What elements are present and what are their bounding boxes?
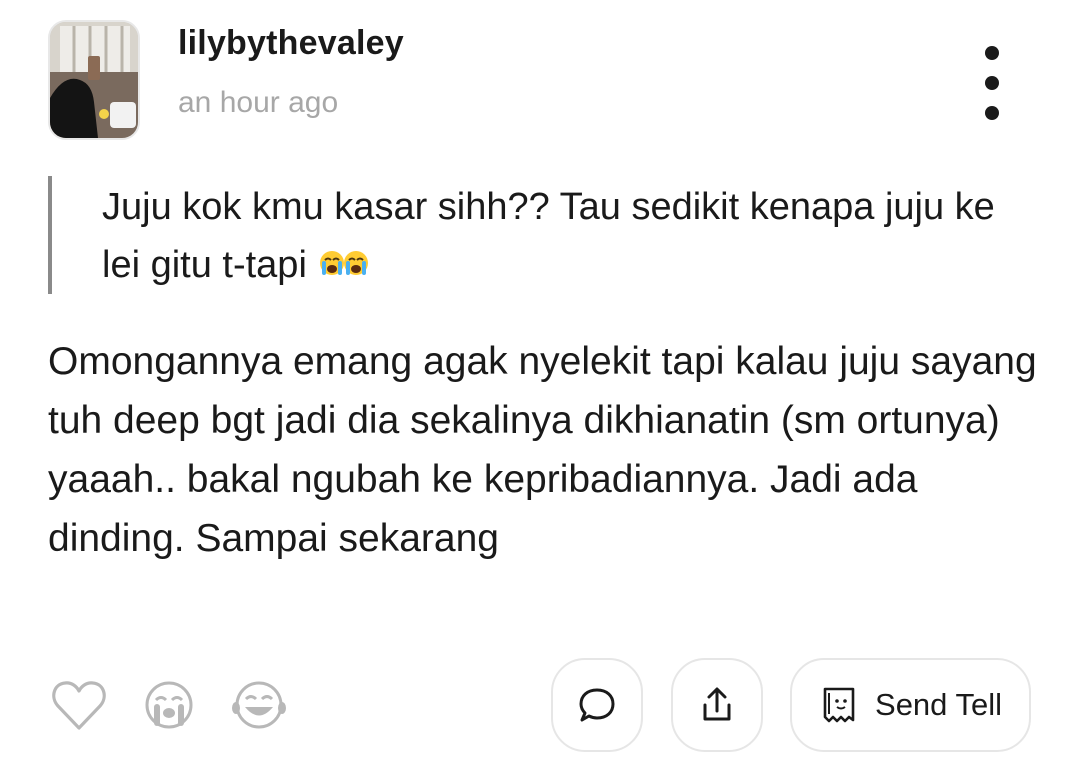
menu-dot [985,76,999,90]
quote-text: Juju kok kmu kasar sihh?? Tau sedikit ke… [102,186,995,286]
post-card: lilybythevaley an hour ago Juju kok kmu … [0,0,1080,772]
avatar[interactable] [48,20,140,140]
reaction-bar [50,672,288,738]
share-button[interactable] [671,658,763,752]
quote-text-wrap: Juju kok kmu kasar sihh?? Tau sedikit ke… [102,178,1018,302]
loudly-crying-face-icon [319,241,369,302]
laughing-face-icon [232,681,286,729]
ghost-card-icon [823,687,855,723]
share-upload-icon [703,687,731,721]
send-tell-label: Send Tell [875,687,1002,722]
laugh-reaction-button[interactable] [230,678,288,732]
avatar-photo [50,22,138,138]
more-options-icon[interactable] [972,46,1012,120]
comment-button[interactable] [551,658,643,752]
like-button[interactable] [50,678,108,732]
crying-face-icon [145,681,193,729]
menu-dot [985,46,999,60]
cry-reaction-button[interactable] [142,678,196,732]
author-username[interactable]: lilybythevaley [178,24,404,63]
post-body: Omongannya emang agak nyelekit tapi kala… [48,340,1037,560]
speech-bubble-icon [579,688,615,722]
quoted-question: Juju kok kmu kasar sihh?? Tau sedikit ke… [48,176,1018,294]
heart-outline-icon [52,681,106,730]
menu-dot [985,106,999,120]
post-timestamp: an hour ago [178,86,339,119]
send-tell-button[interactable]: Send Tell [790,658,1031,752]
